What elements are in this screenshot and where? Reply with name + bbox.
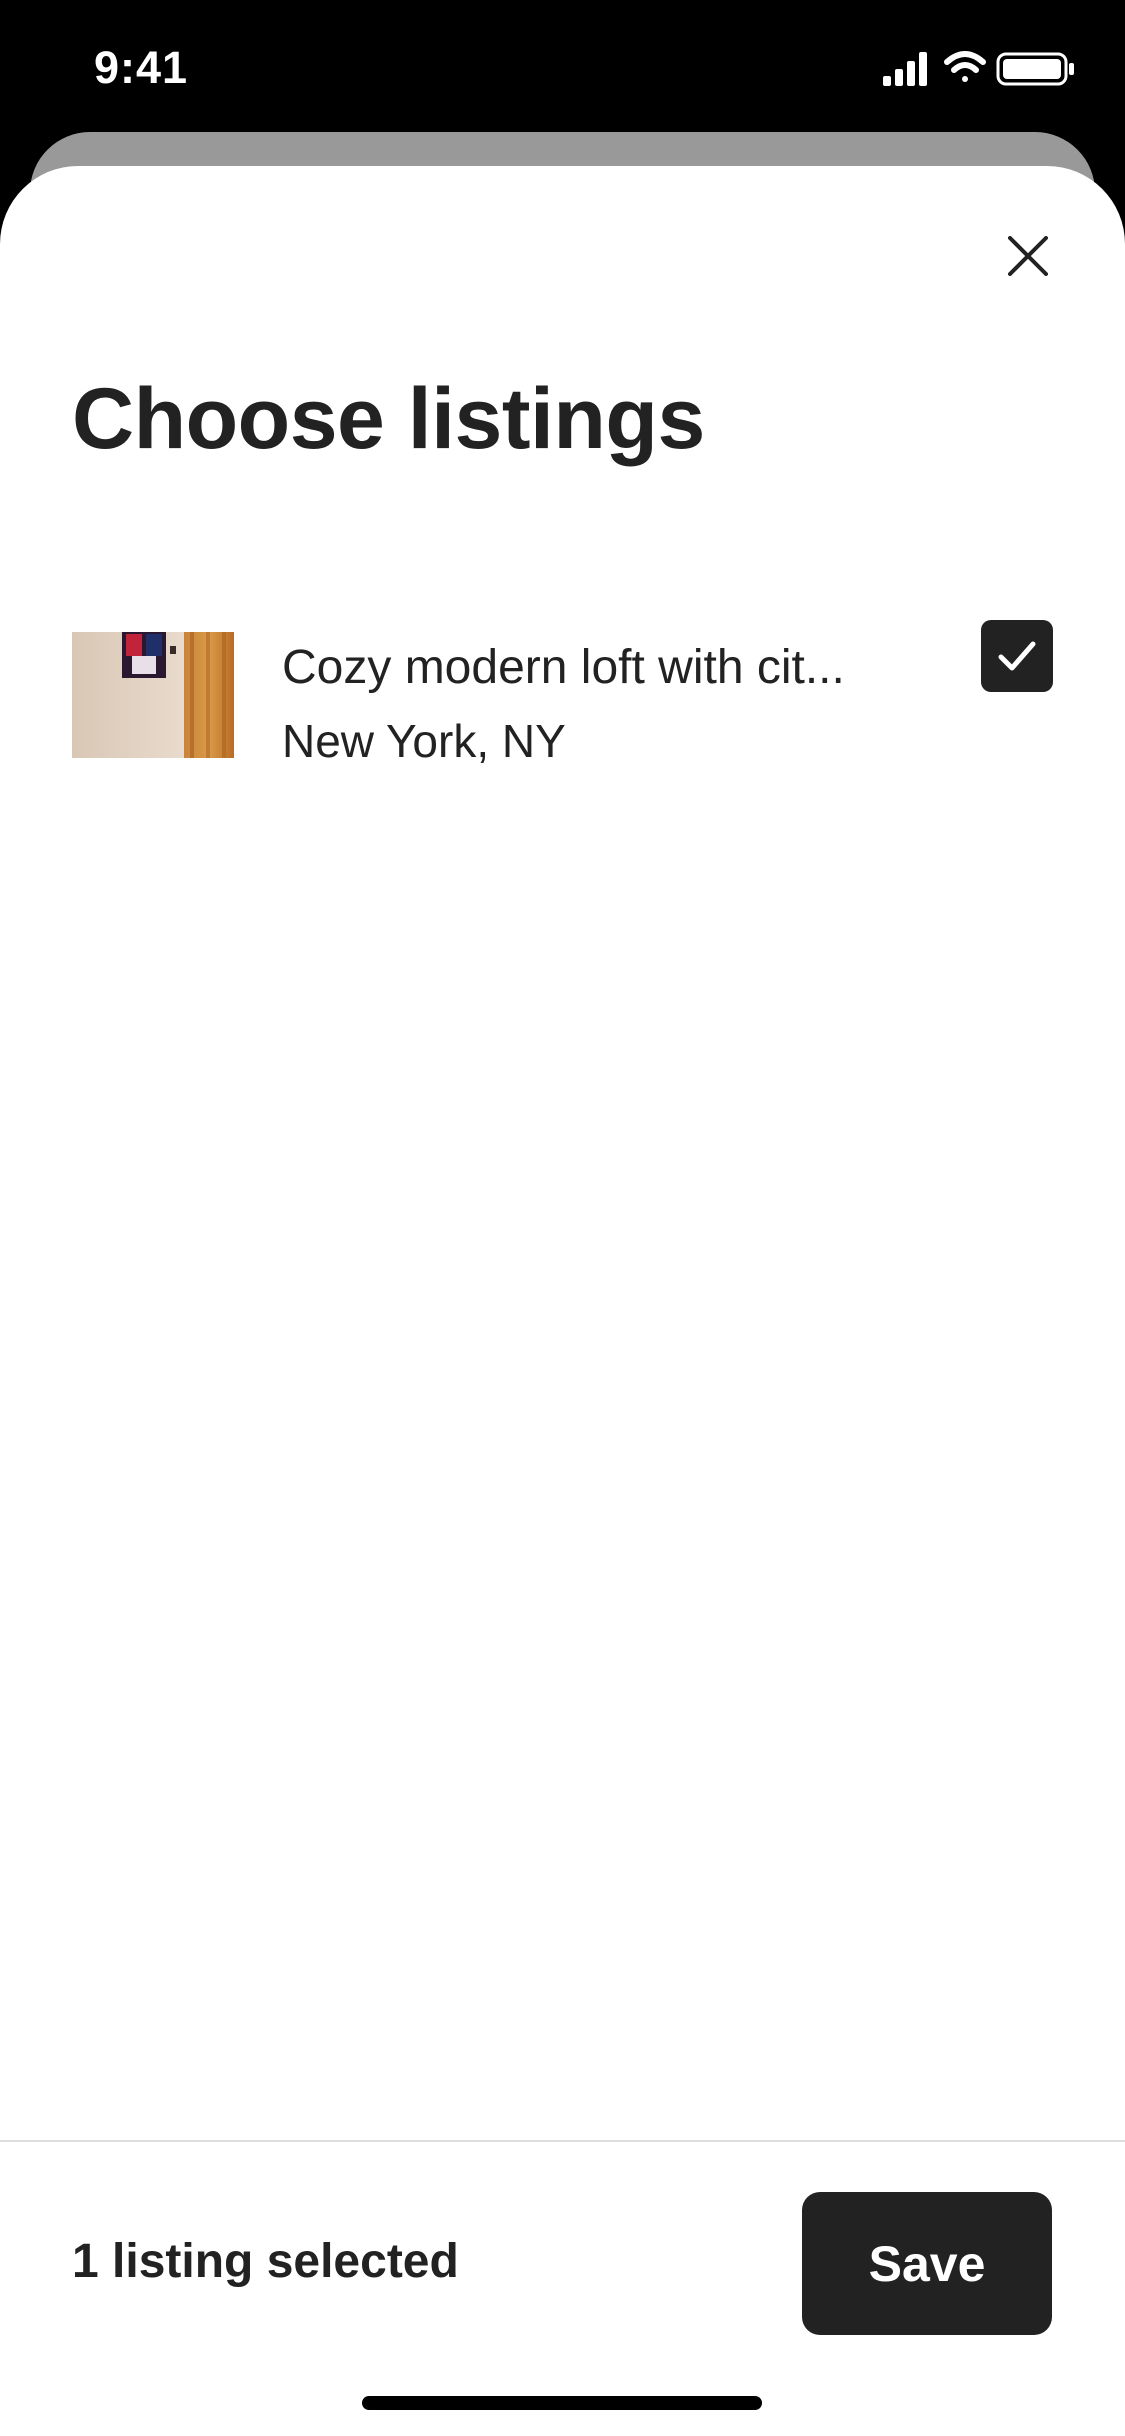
listing-checkbox[interactable] (981, 620, 1053, 692)
listing-item[interactable]: Cozy modern loft with cit... New York, N… (72, 612, 1062, 767)
listing-location: New York, NY (282, 715, 566, 767)
selected-count: 1 listing selected (72, 2235, 459, 2288)
status-icons (883, 48, 1083, 88)
save-button[interactable]: Save (802, 2192, 1052, 2335)
page-title: Choose listings (72, 371, 705, 467)
signal-icon (883, 52, 927, 86)
status-time: 9:41 (94, 42, 189, 93)
checkmark-icon (998, 641, 1036, 671)
footer-bar: 1 listing selected Save (0, 2140, 1125, 2436)
home-indicator[interactable] (362, 2396, 762, 2410)
status-bar: 9:41 (0, 0, 1125, 132)
listing-title: Cozy modern loft with cit... (282, 641, 845, 694)
close-button[interactable] (990, 218, 1066, 294)
close-icon (1008, 236, 1048, 276)
status-icons-svg (883, 51, 1074, 86)
wifi-icon (944, 51, 986, 82)
modal-sheet (0, 166, 1125, 2436)
listing-photo (72, 632, 234, 758)
battery-icon (996, 52, 1074, 86)
listing-thumbnail (72, 632, 234, 758)
